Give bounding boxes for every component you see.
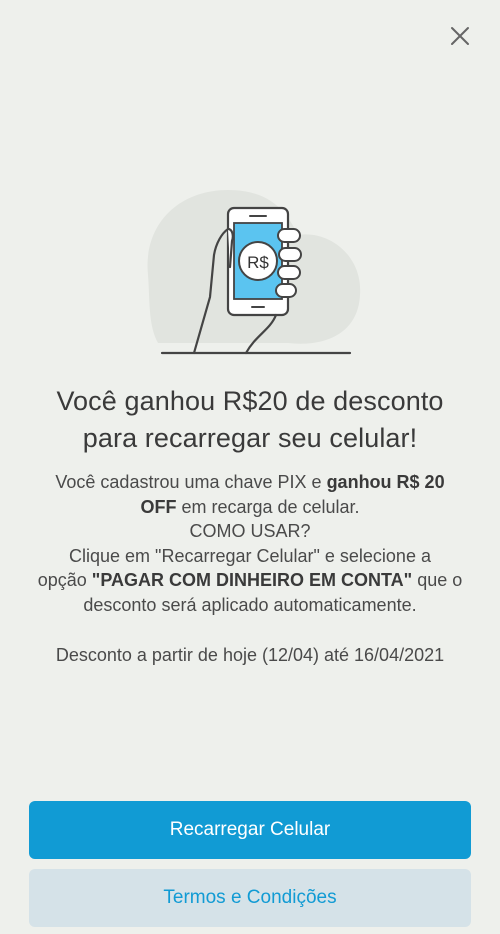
terms-button-label: Termos e Condições [163, 887, 337, 908]
description-bold: ganhou R$ 20 [326, 472, 445, 492]
title-line-1: Você ganhou R$20 de desconto [56, 386, 444, 416]
page-title: Você ganhou R$20 de desconto para recarr… [0, 383, 500, 457]
terms-button[interactable]: Termos e Condições [29, 869, 471, 927]
description-text: Clique em "Recarregar Celular" e selecio… [69, 545, 431, 566]
description-text: opção [37, 570, 92, 590]
how-to-use-heading: COMO USAR? [20, 519, 480, 544]
description-text: Você cadastrou uma chave PIX e [55, 472, 327, 492]
how-to-use-label: COMO USAR? [189, 521, 311, 541]
description-text: desconto será aplicado automaticamente. [83, 594, 417, 615]
close-button[interactable] [446, 22, 474, 50]
hand-holding-phone-illustration: R$ [138, 185, 368, 360]
description: Você cadastrou uma chave PIX e ganhou R$… [20, 470, 480, 617]
recharge-phone-button-label: Recarregar Celular [169, 819, 331, 840]
title-line-2: para recarregar seu celular! [82, 423, 418, 453]
description-bold: "PAGAR COM DINHEIRO EM CONTA" [91, 570, 413, 590]
discount-period: Desconto a partir de hoje (12/04) até 16… [55, 645, 445, 665]
description-paragraph-3: Clique em "Recarregar Celular" e selecio… [20, 544, 480, 618]
recharge-phone-button[interactable]: Recarregar Celular [29, 801, 471, 859]
description-bold: OFF [140, 496, 177, 517]
description-text: em recarga de celular. [176, 496, 360, 517]
currency-symbol: R$ [247, 253, 269, 272]
close-icon [451, 27, 469, 45]
description-paragraph-1: Você cadastrou uma chave PIX e ganhou R$… [20, 470, 480, 519]
description-text: que o [412, 570, 463, 590]
